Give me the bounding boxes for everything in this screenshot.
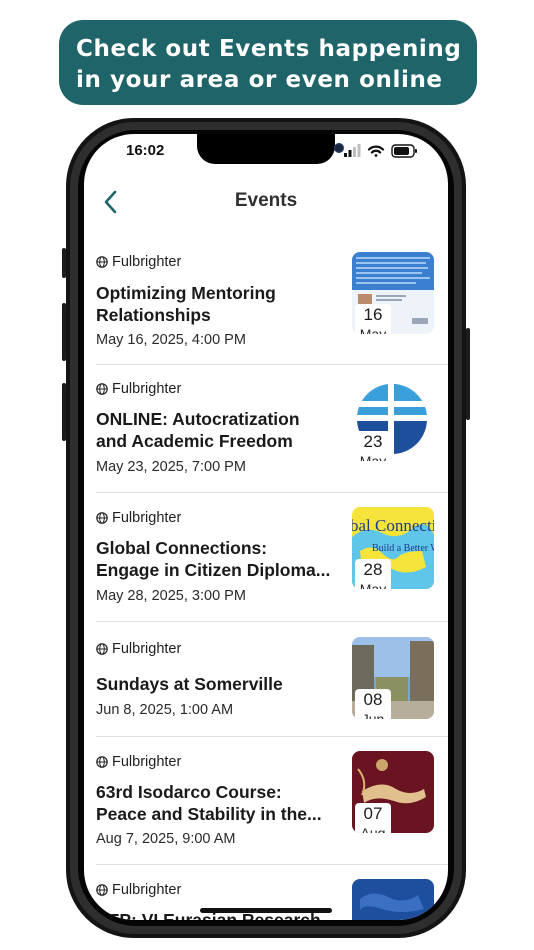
- battery-icon: [391, 144, 417, 158]
- home-indicator[interactable]: [200, 908, 332, 913]
- event-day: 23: [355, 431, 391, 453]
- event-title: Sundays at Somerville: [96, 673, 341, 695]
- thumb-title: bal Connecti: [352, 516, 434, 535]
- globe-icon: [96, 383, 108, 395]
- event-thumbnail: 07 Aug: [352, 751, 434, 833]
- event-thumbnail: 16 May: [352, 252, 434, 334]
- event-title-line-2: and Academic Freedom: [96, 431, 293, 451]
- events-list: Fulbrighter Optimizing Mentoring Relatio…: [84, 244, 448, 920]
- event-organizer: Fulbrighter: [96, 381, 181, 397]
- globe-icon: [96, 756, 108, 768]
- dynamic-island: [197, 134, 344, 164]
- event-thumbnail: 08 Jun: [352, 637, 434, 719]
- organizer-name: Fulbrighter: [112, 381, 182, 397]
- status-icons: [344, 144, 417, 158]
- event-date: May 16, 2025, 4:00 PM: [96, 332, 246, 348]
- thumb-subtitle: Build a Better World: [372, 543, 434, 554]
- event-title-line-2: Peace and Stability in the...: [96, 804, 322, 824]
- event-organizer: Fulbrighter: [96, 882, 181, 898]
- organizer-name: Fulbrighter: [112, 510, 182, 526]
- event-date: May 28, 2025, 3:00 PM: [96, 588, 246, 604]
- event-day: 07: [355, 803, 391, 825]
- action-button: [62, 248, 66, 278]
- event-title-line-1: ONLINE: Autocratization: [96, 409, 300, 429]
- event-item[interactable]: Fulbrighter ONLINE: Autocratization and …: [96, 365, 448, 493]
- banner-line-1: Check out Events happening: [76, 36, 462, 62]
- event-day: 08: [355, 689, 391, 711]
- event-date: Aug 7, 2025, 9:00 AM: [96, 831, 236, 847]
- event-title-line-2: Relationships: [96, 305, 211, 325]
- event-title-line-1: Optimizing Mentoring: [96, 283, 276, 303]
- event-title-line-1: 63rd Isodarco Course:: [96, 782, 282, 802]
- event-thumbnail: bal Connecti Build a Better World 28 May: [352, 507, 434, 589]
- event-title: Optimizing Mentoring Relationships: [96, 282, 341, 326]
- event-month: May: [355, 326, 391, 334]
- cellular-signal-icon: [344, 144, 361, 157]
- power-button: [466, 328, 470, 420]
- volume-up-button: [62, 303, 66, 361]
- event-date: May 23, 2025, 7:00 PM: [96, 459, 246, 475]
- event-item[interactable]: Fulbrighter Global Connections: Engage i…: [96, 493, 448, 622]
- event-month: Jun: [355, 711, 391, 719]
- globe-icon: [96, 884, 108, 896]
- promo-banner: Check out Events happening in your area …: [59, 20, 477, 105]
- event-month: May: [355, 581, 391, 589]
- organizer-name: Fulbrighter: [112, 754, 182, 770]
- organizer-name: Fulbrighter: [112, 882, 182, 898]
- event-thumbnail: 23 May: [352, 379, 434, 461]
- event-organizer: Fulbrighter: [96, 254, 181, 270]
- globe-icon: [96, 256, 108, 268]
- event-title-line-2: Engage in Citizen Diploma...: [96, 560, 331, 580]
- event-date: Jun 8, 2025, 1:00 AM: [96, 702, 234, 718]
- event-organizer: Fulbrighter: [96, 510, 181, 526]
- organizer-name: Fulbrighter: [112, 641, 182, 657]
- globe-icon: [96, 643, 108, 655]
- event-organizer: Fulbrighter: [96, 641, 181, 657]
- event-item[interactable]: Fulbrighter 63rd Isodarco Course: Peace …: [96, 737, 448, 865]
- banner-line-2: in your area or even online: [76, 67, 443, 93]
- event-item[interactable]: Fulbrighter Optimizing Mentoring Relatio…: [96, 244, 448, 365]
- event-month: Aug: [355, 825, 391, 833]
- volume-down-button: [62, 383, 66, 441]
- app-screen: 16:02 Events Fulbrighter Optimizing Ment…: [84, 134, 448, 920]
- event-day: 28: [355, 559, 391, 581]
- event-title: 63rd Isodarco Course: Peace and Stabilit…: [96, 781, 341, 825]
- event-title-line-1: Sundays at Somerville: [96, 674, 283, 694]
- event-title: ONLINE: Autocratization and Academic Fre…: [96, 408, 341, 452]
- nav-bar: Events: [84, 182, 448, 222]
- page-title: Events: [234, 190, 298, 211]
- event-item[interactable]: Fulbrighter Sundays at Somerville Jun 8,…: [96, 622, 448, 737]
- event-title-line-1: Global Connections:: [96, 538, 268, 558]
- organizer-name: Fulbrighter: [112, 254, 182, 270]
- status-time: 16:02: [126, 142, 165, 159]
- event-organizer: Fulbrighter: [96, 754, 181, 770]
- event-month: May: [355, 453, 391, 461]
- event-day: 16: [355, 304, 391, 326]
- event-title: Global Connections: Engage in Citizen Di…: [96, 537, 341, 581]
- event-thumbnail: [352, 879, 434, 920]
- globe-icon: [96, 512, 108, 524]
- wifi-icon: [367, 145, 385, 157]
